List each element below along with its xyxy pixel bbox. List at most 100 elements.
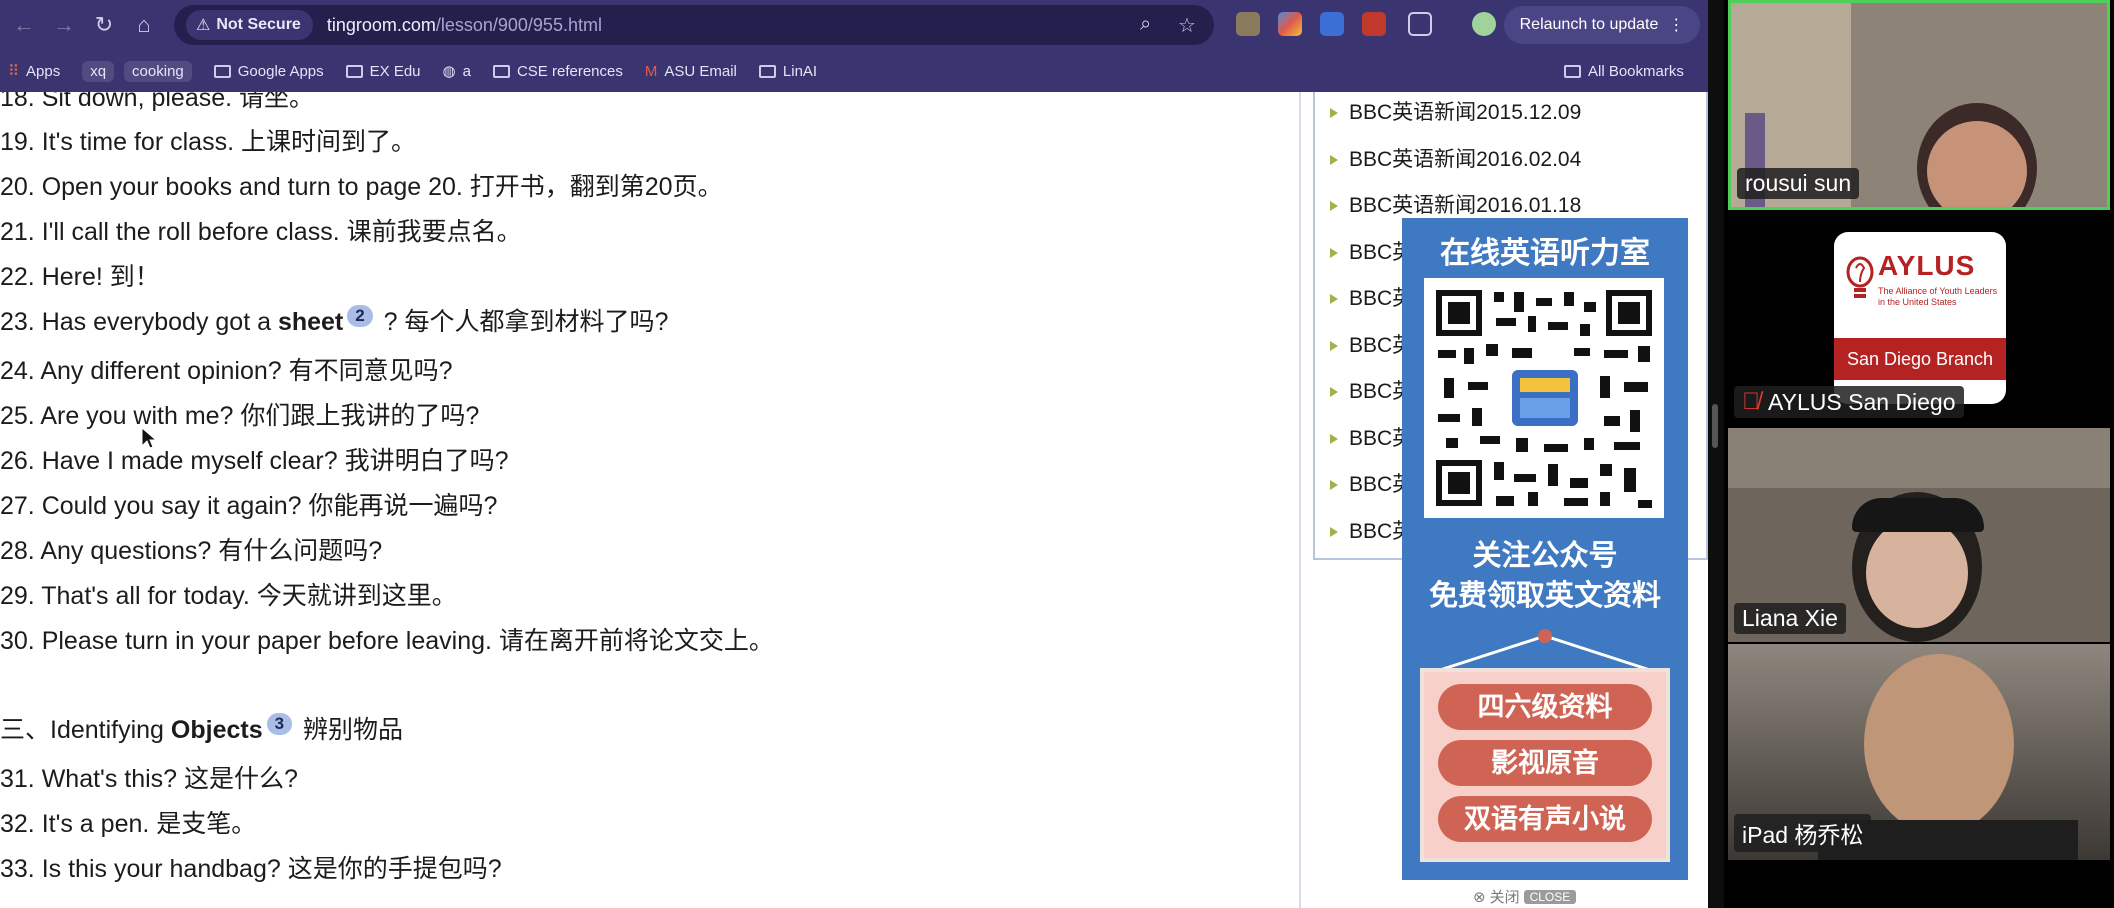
- news-link[interactable]: BBC英语新闻2015.12.09: [1329, 96, 1581, 126]
- apps-grid-icon: ⠿: [8, 63, 19, 80]
- extension-icon[interactable]: [1278, 12, 1302, 36]
- vocab-badge[interactable]: 2: [347, 304, 373, 327]
- lesson-line: 18. Sit down, please. 请坐。: [0, 92, 315, 112]
- bullet-icon: [1330, 108, 1338, 119]
- profile-avatar[interactable]: [1472, 12, 1496, 36]
- page-content: 18. Sit down, please. 请坐。 19. It's time …: [0, 92, 1708, 908]
- participant-video[interactable]: AYLUS The Alliance of Youth Leaders in t…: [1728, 212, 2110, 426]
- ad-board: 四六级资料 影视原音 双语有声小说: [1420, 668, 1670, 862]
- participant-video[interactable]: Liana Xie: [1728, 428, 2110, 642]
- floating-ad[interactable]: 在线英语听力室 关注公众号 免费领取英文资料 四六级资料 影视原音 双语有声小说: [1402, 218, 1688, 880]
- bullet-icon: [1330, 527, 1338, 538]
- news-link[interactable]: BBC英语新闻2016.02.04: [1329, 143, 1581, 173]
- bookmark-google-apps[interactable]: Google Apps: [213, 63, 324, 80]
- home-button[interactable]: ⌂: [124, 5, 164, 45]
- bookmark-ex-edu[interactable]: EX Edu: [345, 63, 421, 80]
- news-link[interactable]: BBC英语新闻2016.01.18: [1329, 189, 1581, 219]
- vocab-badge[interactable]: 3: [266, 712, 293, 735]
- aylus-logo: AYLUS The Alliance of Youth Leaders in t…: [1834, 232, 2006, 404]
- address-bar[interactable]: ⚠ Not Secure tingroom.com/lesson/900/955…: [174, 5, 1214, 45]
- bullet-icon: [1330, 434, 1338, 445]
- folder-icon: [213, 64, 231, 78]
- lesson-line: 29. That's all for today. 今天就讲到这里。: [0, 582, 457, 610]
- bookmark-a[interactable]: ◍ a: [442, 62, 471, 81]
- column-divider: [1299, 92, 1301, 908]
- bullet-icon: [1330, 201, 1338, 212]
- lesson-line: 30. Please turn in your paper before lea…: [0, 627, 774, 655]
- person-face: [1864, 654, 2014, 834]
- participant-name-tag: Liana Xie: [1734, 603, 1846, 634]
- lesson-line: 19. It's time for class. 上课时间到了。: [0, 128, 416, 156]
- ad-link-pill[interactable]: 影视原音: [1438, 740, 1652, 786]
- security-label: Not Secure: [216, 16, 301, 33]
- url-path: /lesson/900/955.html: [435, 14, 602, 35]
- bookmark-cse-references[interactable]: CSE references: [492, 63, 623, 80]
- gmail-icon: M: [644, 62, 658, 80]
- lesson-line: 25. Are you with me? 你们跟上我讲的了吗?: [0, 402, 480, 430]
- bullet-icon: [1330, 480, 1338, 491]
- translate-icon[interactable]: [1320, 12, 1344, 36]
- scrollbar-handle[interactable]: [1712, 404, 1718, 448]
- news-link[interactable]: BBC英: [1329, 329, 1413, 359]
- bullet-icon: [1330, 294, 1338, 305]
- back-button[interactable]: ←: [4, 5, 44, 45]
- ad-board-hanger: [1439, 629, 1651, 672]
- participant-video[interactable]: rousui sun: [1728, 0, 2110, 210]
- browser-toolbar: ← → ↻ ⌂ ⚠ Not Secure tingroom.com/lesson…: [0, 0, 1708, 50]
- forward-button[interactable]: →: [44, 5, 84, 45]
- participant-name-tag: iPad 杨乔松: [1734, 814, 1872, 852]
- ad-close-button[interactable]: ⊗ 关闭 CLOSE: [1473, 886, 1577, 907]
- participant-video[interactable]: iPad 杨乔松: [1728, 644, 2110, 860]
- warning-icon: ⚠: [196, 17, 211, 34]
- news-link[interactable]: BBC英: [1329, 468, 1413, 498]
- security-chip[interactable]: ⚠ Not Secure: [186, 10, 313, 40]
- relaunch-button[interactable]: Relaunch to update ⋮: [1504, 6, 1700, 44]
- news-link[interactable]: BBC英: [1329, 282, 1413, 312]
- meeting-gallery: rousui sun AYLUS The Alliance of Youth L…: [1724, 0, 2114, 908]
- person-face: [1866, 518, 1968, 628]
- url-host: tingroom.com: [326, 14, 436, 35]
- mouse-cursor-icon: [141, 426, 158, 449]
- lesson-line: 23. Has everybody got a sheet 2 ? 每个人都拿到材…: [0, 304, 669, 336]
- folder-icon: [345, 64, 363, 78]
- lesson-line: 33. Is this your handbag? 这是你的手提包吗?: [0, 855, 502, 883]
- news-link[interactable]: BBC英: [1329, 236, 1413, 266]
- bookmark-cooking[interactable]: cooking: [124, 60, 192, 82]
- ad-follow-text: 关注公众号 免费领取英文资料: [1428, 540, 1661, 612]
- bookmark-asu-email[interactable]: M ASU Email: [645, 63, 737, 80]
- extensions-puzzle-icon[interactable]: [1408, 12, 1432, 36]
- url-text[interactable]: tingroom.com/lesson/900/955.html: [327, 15, 602, 36]
- vocab-word[interactable]: Objects: [171, 716, 263, 744]
- folder-icon: [492, 64, 510, 78]
- folder-icon: [758, 64, 776, 78]
- cap: [1852, 498, 1984, 532]
- section-heading: 三、Identifying Objects 3 辨别物品: [0, 712, 404, 744]
- lesson-line: 20. Open your books and turn to page 20.…: [0, 173, 723, 201]
- extension-icon[interactable]: [1236, 12, 1260, 36]
- news-link[interactable]: BBC英: [1329, 375, 1413, 405]
- bullet-icon: [1330, 341, 1338, 352]
- lesson-line: 32. It's a pen. 是支笔。: [0, 810, 257, 838]
- news-link[interactable]: BBC英: [1329, 515, 1413, 545]
- vocab-word[interactable]: sheet: [278, 308, 343, 336]
- ad-link-pill[interactable]: 双语有声小说: [1438, 796, 1652, 842]
- globe-icon: ◍: [442, 63, 456, 80]
- lesson-line: 27. Could you say it again? 你能再说一遍吗?: [0, 492, 498, 520]
- folder-icon: [1564, 64, 1581, 78]
- bookmark-star-icon[interactable]: ☆: [1178, 13, 1196, 38]
- lesson-line: 26. Have I made myself clear? 我讲明白了吗?: [0, 447, 509, 475]
- reload-button[interactable]: ↻: [84, 5, 124, 45]
- bookmark-apps[interactable]: ⠿ Apps: [8, 62, 60, 81]
- news-link[interactable]: BBC英: [1329, 422, 1413, 452]
- zoom-icon[interactable]: ⌕: [1140, 13, 1151, 36]
- bookmark-xq[interactable]: xq: [82, 60, 115, 82]
- ad-link-pill[interactable]: 四六级资料: [1438, 684, 1652, 730]
- ad-title: 在线英语听力室: [1440, 237, 1650, 270]
- browser-window: ← → ↻ ⌂ ⚠ Not Secure tingroom.com/lesson…: [0, 0, 1708, 908]
- lesson-line: 28. Any questions? 有什么问题吗?: [0, 537, 383, 565]
- all-bookmarks-button[interactable]: All Bookmarks: [1564, 63, 1684, 80]
- bullet-icon: [1330, 248, 1338, 259]
- extension-icon[interactable]: [1362, 12, 1386, 36]
- lesson-line: 24. Any different opinion? 有不同意见吗?: [0, 357, 453, 385]
- bookmark-linai[interactable]: LinAI: [758, 63, 817, 80]
